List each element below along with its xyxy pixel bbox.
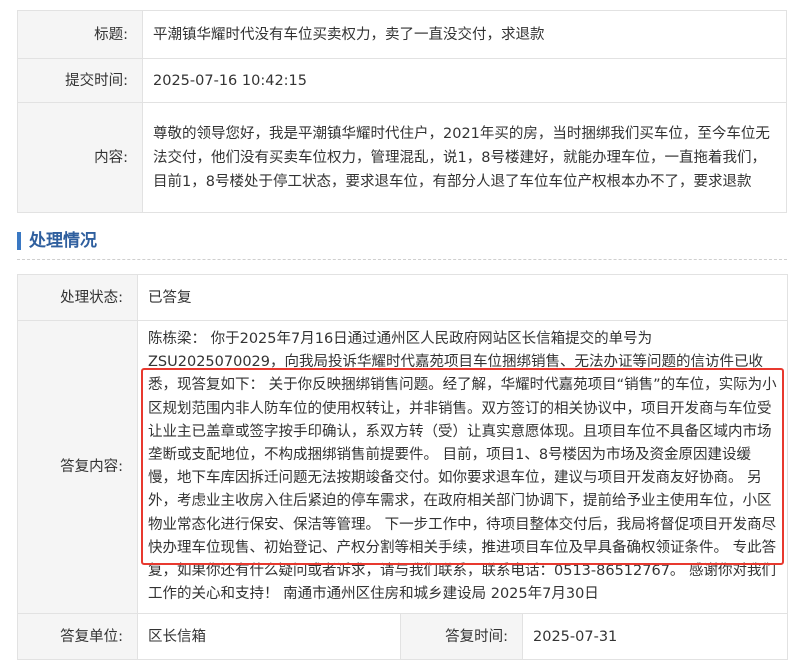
reply-time-label: 答复时间: (400, 613, 523, 661)
complaint-table: 标题: 平潮镇华耀时代没有车位买卖权力，卖了一直没交付，求退款 提交时间: 20… (17, 10, 787, 213)
content-label: 内容: (17, 102, 143, 213)
reply-row: 答复内容: 陈栋梁： 你于2025年7月16日通过通州区人民政府网站区长信箱提交… (17, 319, 788, 615)
submit-time-label: 提交时间: (17, 58, 143, 103)
reply-content: 陈栋梁： 你于2025年7月16日通过通州区人民政府网站区长信箱提交的单号为ZS… (137, 319, 788, 615)
reply-unit-label: 答复单位: (17, 613, 138, 661)
reply-time-value: 2025-07-31 (522, 613, 788, 661)
reply-unit-row: 答复单位: 区长信箱 答复时间: 2025-07-31 (17, 613, 788, 661)
title-value: 平潮镇华耀时代没有车位买卖权力，卖了一直没交付，求退款 (142, 10, 787, 59)
status-row: 处理状态: 已答复 (17, 274, 788, 321)
reply-unit-value: 区长信箱 (137, 613, 401, 661)
content-value: 尊敬的领导您好，我是平潮镇华耀时代住户，2021年买的房，当时捆绑我们买车位，至… (142, 102, 787, 213)
content-row: 内容: 尊敬的领导您好，我是平潮镇华耀时代住户，2021年买的房，当时捆绑我们买… (17, 102, 787, 213)
status-label: 处理状态: (17, 274, 138, 321)
handling-table: 处理状态: 已答复 答复内容: 陈栋梁： 你于2025年7月16日通过通州区人民… (17, 274, 788, 661)
status-value: 已答复 (137, 274, 788, 321)
reply-label: 答复内容: (17, 319, 138, 615)
submit-time-row: 提交时间: 2025-07-16 10:42:15 (17, 58, 787, 103)
title-row: 标题: 平潮镇华耀时代没有车位买卖权力，卖了一直没交付，求退款 (17, 10, 787, 59)
title-label: 标题: (17, 10, 143, 59)
submit-time-value: 2025-07-16 10:42:15 (142, 58, 787, 103)
letter-detail-page: 标题: 平潮镇华耀时代没有车位买卖权力，卖了一直没交付，求退款 提交时间: 20… (0, 0, 806, 670)
section-title: 处理情况 (29, 231, 97, 251)
section-accent-bar (17, 232, 21, 250)
section-header: 处理情况 (17, 226, 787, 260)
